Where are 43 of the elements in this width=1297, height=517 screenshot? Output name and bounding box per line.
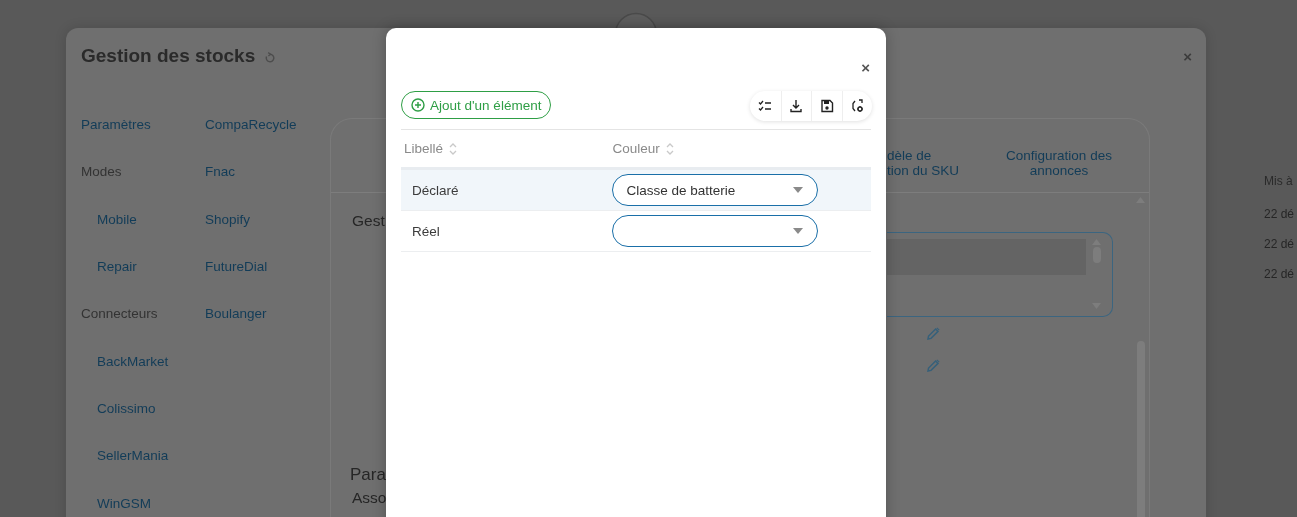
nav-link[interactable]: Shopify xyxy=(205,211,251,227)
caret-icon xyxy=(792,187,803,193)
list-box[interactable] xyxy=(887,232,1113,317)
section-title: Para xyxy=(350,465,386,485)
pencil-icon[interactable] xyxy=(926,359,940,373)
tab[interactable]: Configuration des annonces xyxy=(981,148,1137,178)
swap-settings-icon xyxy=(850,99,865,113)
sort-icon[interactable] xyxy=(449,141,458,156)
refresh-icon xyxy=(264,52,277,64)
plus-circle-icon xyxy=(411,98,425,112)
add-item-button[interactable]: Ajout d'un élément xyxy=(401,91,552,119)
nav-heading: Connecteurs xyxy=(81,306,158,322)
save-icon xyxy=(819,99,834,113)
caret-icon xyxy=(792,228,803,234)
dropdown-field[interactable]: Classe de batterie xyxy=(611,174,818,206)
column-header[interactable]: Couleur xyxy=(612,141,660,156)
table-cell: Déclaré xyxy=(412,182,459,198)
nav-link[interactable]: Fnac xyxy=(205,164,235,180)
nav-link[interactable]: Mobile xyxy=(97,211,137,227)
close-button[interactable]: × xyxy=(1183,47,1192,65)
nav-link[interactable]: WinGSM xyxy=(97,495,151,511)
nav-link[interactable]: Colissimo xyxy=(97,400,156,416)
list-row[interactable] xyxy=(887,239,1086,275)
column-header[interactable]: Libellé xyxy=(404,141,444,156)
section-subtitle: Asso xyxy=(352,489,387,507)
download-icon xyxy=(789,99,804,113)
nav-link[interactable]: BackMarket xyxy=(97,353,169,369)
table-cell: Réel xyxy=(412,223,440,239)
nav-link[interactable]: CompaRecycle xyxy=(205,117,297,133)
nav-link[interactable]: FutureDial xyxy=(205,259,268,275)
pencil-icon[interactable] xyxy=(926,327,940,341)
nav-link[interactable]: Paramètres xyxy=(81,117,151,133)
tab[interactable]: dèle de tion du SKU xyxy=(887,148,981,178)
section-title: Gest xyxy=(352,212,385,230)
nav-link[interactable]: SellerMania xyxy=(97,448,169,464)
close-button[interactable]: × xyxy=(861,59,870,76)
checklist-icon xyxy=(758,99,773,113)
nav-link[interactable]: Repair xyxy=(97,259,137,275)
sort-icon[interactable] xyxy=(665,141,674,156)
nav-heading: Modes xyxy=(81,164,122,180)
nav-link[interactable]: Boulanger xyxy=(205,306,267,322)
dropdown-field[interactable] xyxy=(611,215,818,247)
window-title: Gestion des stocks xyxy=(81,45,256,67)
